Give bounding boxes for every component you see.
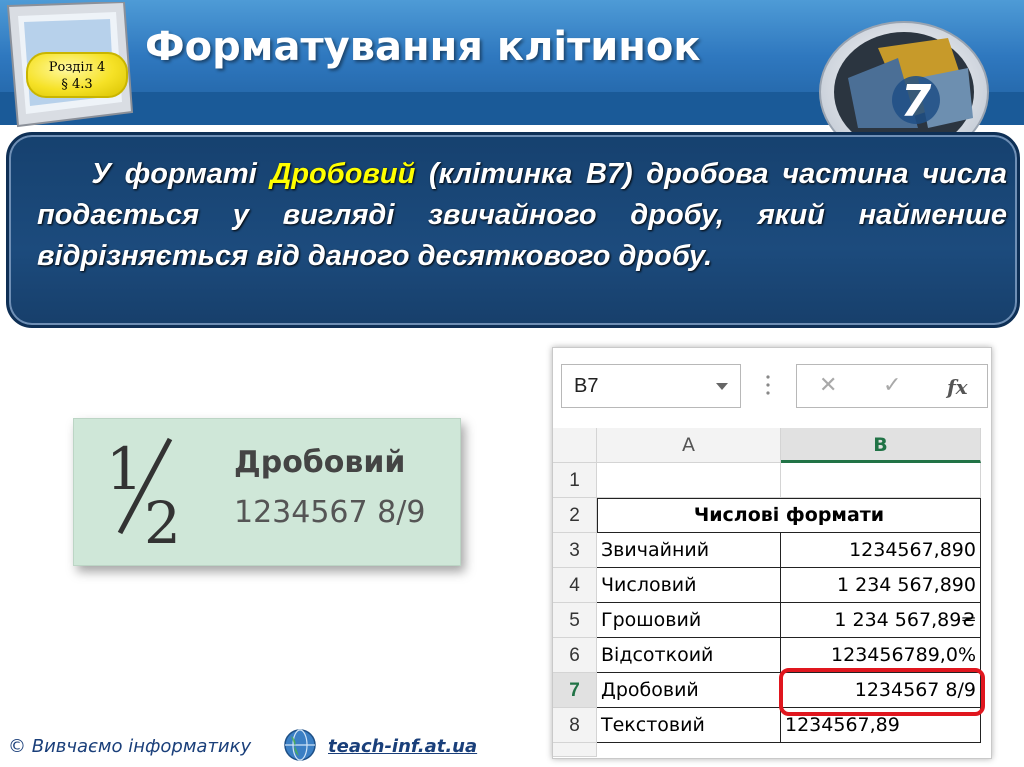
column-header-b[interactable]: B [781,428,981,463]
formula-bar: B7 ✕ ✓ fx [553,348,991,420]
textbook-logo: 7 [819,21,989,140]
cell-b5[interactable]: 1 234 567,89₴ [781,603,981,638]
cancel-icon[interactable]: ✕ [819,373,837,398]
row-header-selected[interactable]: 7 [553,673,597,708]
chevron-down-icon[interactable] [716,383,728,390]
spreadsheet-window: B7 ✕ ✓ fx A B 1 2 Числові формати 3 Звич… [552,347,992,759]
insert-function-icon[interactable]: fx [947,375,968,399]
table-row: 5 Грошовий 1 234 567,89₴ [553,603,991,638]
info-text: У форматі Дробовий (клітинка B7) дробова… [37,154,1007,277]
table-row: 2 Числові формати [553,498,991,533]
info-panel: У форматі Дробовий (клітинка B7) дробова… [6,132,1020,328]
preview-format-value: 1234567 8/9 [234,495,426,530]
select-all-corner[interactable] [553,428,597,463]
name-box-value: B7 [574,375,599,397]
info-text-before: У форматі [91,158,271,190]
paragraph-label: § 4.3 [61,77,93,92]
cell-a7[interactable]: Дробовий [597,673,781,708]
cell-a4[interactable]: Числовий [597,568,781,603]
footer-copyright: © Вивчаємо інформатику [8,736,252,757]
website-link[interactable]: teach-inf.at.ua [328,736,477,757]
formula-buttons: ✕ ✓ fx [796,364,988,408]
cell-a3[interactable]: Звичайний [597,533,781,568]
cell-b1[interactable] [781,463,981,498]
svg-text:2: 2 [144,489,181,549]
table-row: 3 Звичайний 1234567,890 [553,533,991,568]
cell-a8[interactable]: Текстовий [597,708,781,743]
column-header-row: A B [553,428,991,463]
table-row: 1 [553,463,991,498]
preview-format-name: Дробовий [234,445,406,480]
table-row: 4 Числовий 1 234 567,890 [553,568,991,603]
row-header [553,743,597,757]
slide: Розділ 4 § 4.3 Форматування клітинок 7 У… [0,0,1024,767]
row-header[interactable]: 3 [553,533,597,568]
fraction-format-preview: 1 2 Дробовий 1234567 8/9 [73,418,461,566]
cell-b3[interactable]: 1234567,890 [781,533,981,568]
cell-a5[interactable]: Грошовий [597,603,781,638]
info-highlight: Дробовий [270,158,416,190]
cell-b4[interactable]: 1 234 567,890 [781,568,981,603]
globe-icon [284,729,316,761]
row-header[interactable]: 8 [553,708,597,743]
page-title: Форматування клітинок [145,24,701,70]
checkmark-icon[interactable]: ✓ [883,373,901,398]
column-header-a[interactable]: A [597,428,781,463]
merged-title-cell[interactable]: Числові формати [597,498,981,533]
highlight-box [779,668,985,716]
section-label: Розділ 4 [48,60,106,75]
row-header[interactable]: 4 [553,568,597,603]
cell-a1[interactable] [597,463,781,498]
section-badge: Розділ 4 § 4.3 [26,52,128,98]
cell-a6[interactable]: Відсоткоий [597,638,781,673]
row-header[interactable]: 2 [553,498,597,533]
fraction-icon: 1 2 [106,435,181,549]
table-row-partial [553,743,991,757]
row-header[interactable]: 1 [553,463,597,498]
name-box[interactable]: B7 [561,364,741,408]
drag-handle-icon[interactable] [766,374,770,396]
row-header[interactable]: 6 [553,638,597,673]
svg-text:1: 1 [106,435,143,503]
row-header[interactable]: 5 [553,603,597,638]
grade-number: 7 [901,76,932,127]
